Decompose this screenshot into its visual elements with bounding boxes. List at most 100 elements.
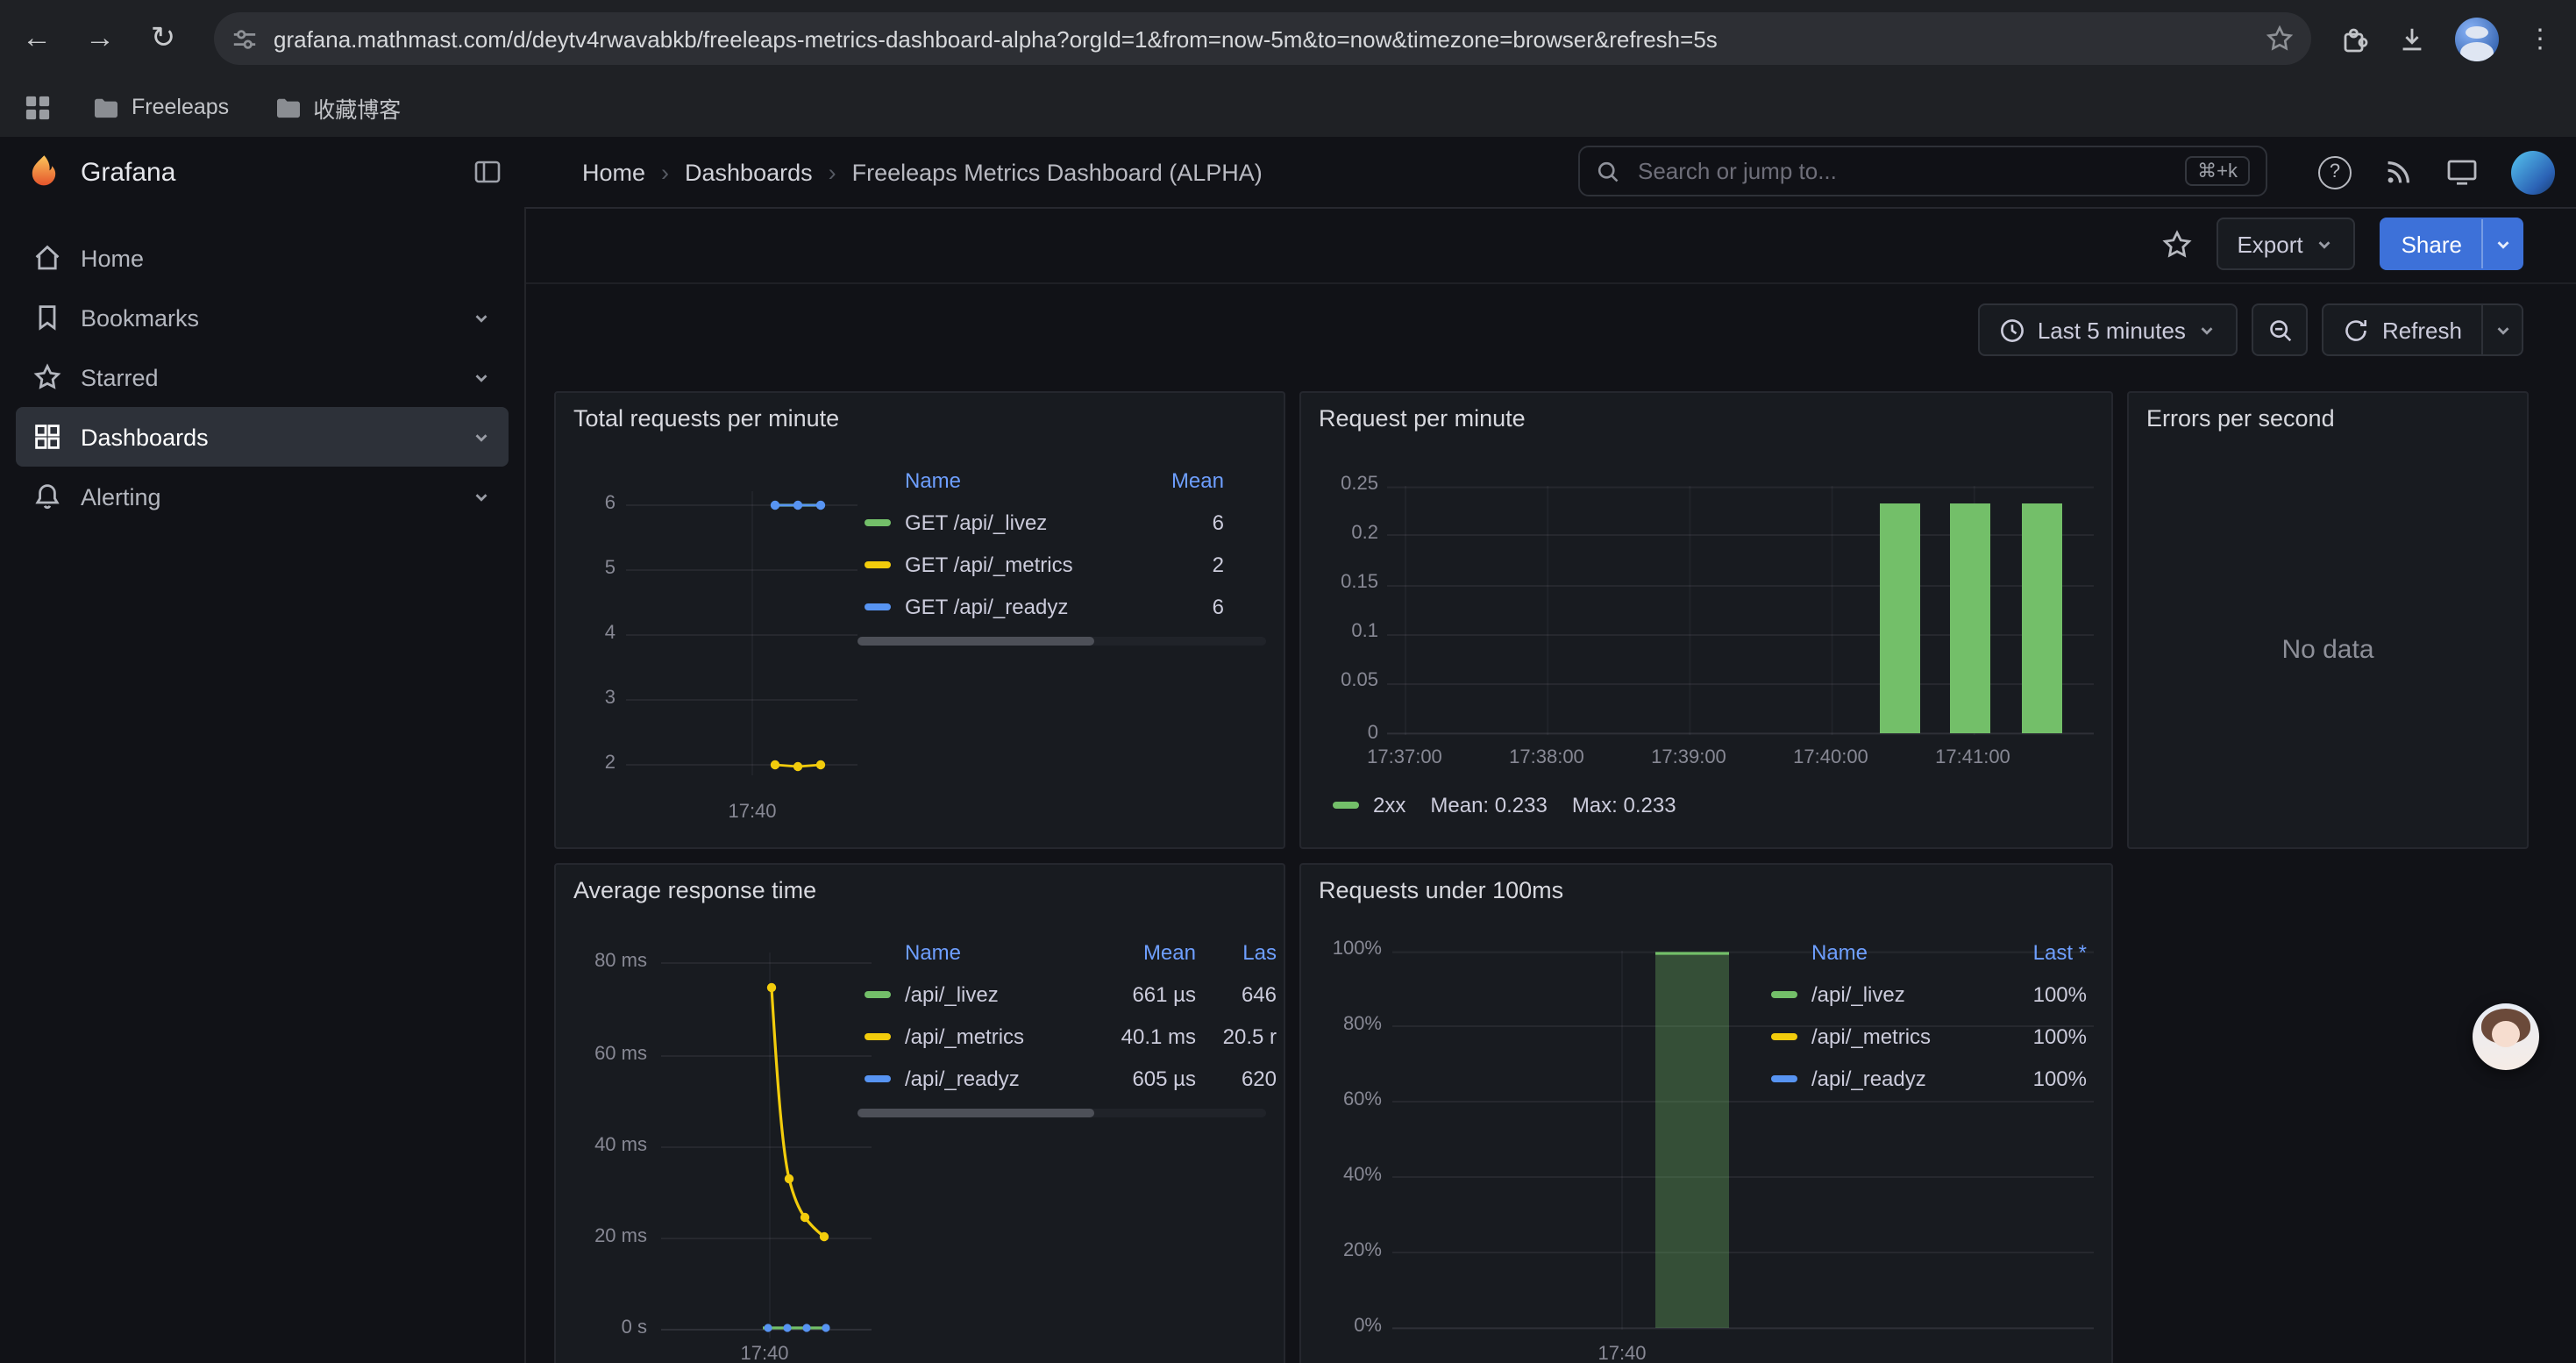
legend-row[interactable]: /api/_livez 100% [1771,974,2087,1016]
legend-header-name[interactable]: Name [905,468,1122,493]
series-color-blue [865,603,891,610]
dock-sidebar-icon[interactable] [473,158,502,186]
legend-header-name[interactable]: Name [905,940,1084,965]
panel-title[interactable]: Request per minute [1319,405,1526,432]
export-button[interactable]: Export [2216,218,2355,270]
bookmark-star-icon[interactable] [2266,25,2294,53]
panel-title[interactable]: Total requests per minute [573,405,839,432]
apps-grid-icon[interactable] [25,94,51,120]
y-tick-label: 0.15 [1312,572,1378,593]
legend-row[interactable]: GET /api/_metrics 2 [865,544,1224,586]
legend-max: Max: 0.233 [1572,793,1676,817]
series-color-green [1771,991,1797,998]
total-requests-plot[interactable] [626,491,857,782]
home-icon [33,244,61,272]
y-tick-label: 40 ms [570,1135,647,1156]
y-tick-label: 20% [1312,1240,1382,1261]
url-text: grafana.mathmast.com/d/deytv4rwavabkb/fr… [274,25,2266,52]
kiosk-monitor-icon[interactable] [2446,158,2478,186]
breadcrumb-dashboards[interactable]: Dashboards [685,159,813,185]
bookmark-item-blog[interactable]: 收藏博客 [274,90,401,124]
panel-title[interactable]: Errors per second [2146,405,2335,432]
legend-scrollbar[interactable] [857,637,1266,646]
panel-title[interactable]: Requests under 100ms [1319,877,1563,903]
help-icon[interactable]: ? [2318,155,2352,189]
legend-row[interactable]: /api/_metrics 100% [1771,1016,2087,1058]
sidebar-item-dashboards[interactable]: Dashboards [16,407,509,467]
sidebar-item-alerting[interactable]: Alerting [16,467,509,526]
panel-requests-under-100ms: Requests under 100ms 100% 80% 60% 40% 20… [1299,863,2113,1363]
y-tick-label: 3 [573,688,616,709]
share-button[interactable]: Share [2382,219,2481,268]
chevron-down-icon[interactable] [472,368,491,387]
refresh-interval-caret[interactable] [2481,305,2522,354]
browser-actions: ⋮ [2339,17,2553,61]
panel-total-requests: Total requests per minute 6 5 4 3 2 17:4… [554,391,1285,849]
legend-table: Name Mean Las /api/_livez 661 µs 646 /ap… [865,931,1277,1100]
series-color-yellow [865,561,891,568]
series-color-yellow [1771,1033,1797,1040]
back-icon[interactable]: ← [11,12,63,65]
sidebar-item-starred[interactable]: Starred [16,347,509,407]
url-bar[interactable]: grafana.mathmast.com/d/deytv4rwavabkb/fr… [214,12,2311,65]
folder-icon [93,96,119,118]
legend-row[interactable]: /api/_livez 661 µs 646 [865,974,1277,1016]
site-info-icon[interactable] [231,25,258,52]
average-response-plot[interactable] [661,953,872,1347]
user-avatar[interactable] [2511,150,2555,194]
browser-menu-icon[interactable]: ⋮ [2527,23,2553,54]
series-color-green [865,991,891,998]
reload-icon[interactable]: ↻ [137,12,189,65]
refresh-button-group: Refresh [2323,303,2523,356]
panel-title[interactable]: Average response time [573,877,816,903]
legend-row[interactable]: /api/_readyz 605 µs 620 [865,1058,1277,1100]
legend-header-last[interactable]: Last * [1985,940,2087,965]
request-per-minute-plot[interactable] [1387,486,2094,735]
download-icon[interactable] [2397,24,2427,54]
bookmark-icon [33,303,61,332]
sidebar-item-home[interactable]: Home [16,228,509,288]
refresh-label: Refresh [2382,317,2462,343]
profile-avatar[interactable] [2455,17,2499,61]
x-tick-label: 17:40 [719,1344,810,1363]
no-data-message: No data [2129,635,2527,665]
legend-scrollbar[interactable] [857,1109,1266,1117]
breadcrumb-current: Freeleaps Metrics Dashboard (ALPHA) [852,159,1263,185]
chevron-down-icon[interactable] [472,427,491,446]
news-rss-icon[interactable] [2385,158,2413,186]
share-menu-caret[interactable] [2481,219,2522,268]
search-input[interactable] [1634,156,2185,186]
x-tick-label: 17:39:00 [1636,747,1741,768]
breadcrumb-home[interactable]: Home [582,159,645,185]
legend-header-last[interactable]: Las [1196,940,1277,965]
search-box[interactable]: ⌘+k [1578,146,2267,196]
legend-row[interactable]: /api/_metrics 40.1 ms 20.5 r [865,1016,1277,1058]
extensions-icon[interactable] [2339,24,2369,54]
grafana-logo[interactable] [25,153,63,191]
chevron-down-icon[interactable] [472,308,491,327]
chevron-down-icon[interactable] [472,487,491,506]
y-tick-label: 0.1 [1312,621,1378,642]
y-tick-label: 80% [1312,1014,1382,1035]
sidebar-item-bookmarks[interactable]: Bookmarks [16,288,509,347]
panel-average-response-time: Average response time 80 ms 60 ms 40 ms … [554,863,1285,1363]
bell-icon [33,482,61,510]
y-tick-label: 20 ms [570,1226,647,1247]
grafana-header-left: Grafana [0,137,526,207]
legend-item-2xx[interactable]: 2xx [1333,793,1405,817]
forward-icon[interactable]: → [74,12,126,65]
zoom-out-button[interactable] [2252,303,2309,356]
favorite-star-icon[interactable] [2161,229,2191,259]
legend-row[interactable]: GET /api/_livez 6 [865,502,1224,544]
floating-assistant-avatar[interactable] [2473,1003,2539,1070]
legend-header-name[interactable]: Name [1811,940,1985,965]
legend-row[interactable]: GET /api/_readyz 6 [865,586,1224,628]
legend-header-mean[interactable]: Mean [1122,468,1224,493]
bookmark-item-freeleaps[interactable]: Freeleaps [93,95,229,119]
refresh-button[interactable]: Refresh [2324,305,2481,354]
x-tick-label: 17:38:00 [1494,747,1599,768]
legend-header-mean[interactable]: Mean [1084,940,1196,965]
time-range-picker[interactable]: Last 5 minutes [1978,303,2238,356]
search-icon [1596,159,1620,183]
legend-row[interactable]: /api/_readyz 100% [1771,1058,2087,1100]
